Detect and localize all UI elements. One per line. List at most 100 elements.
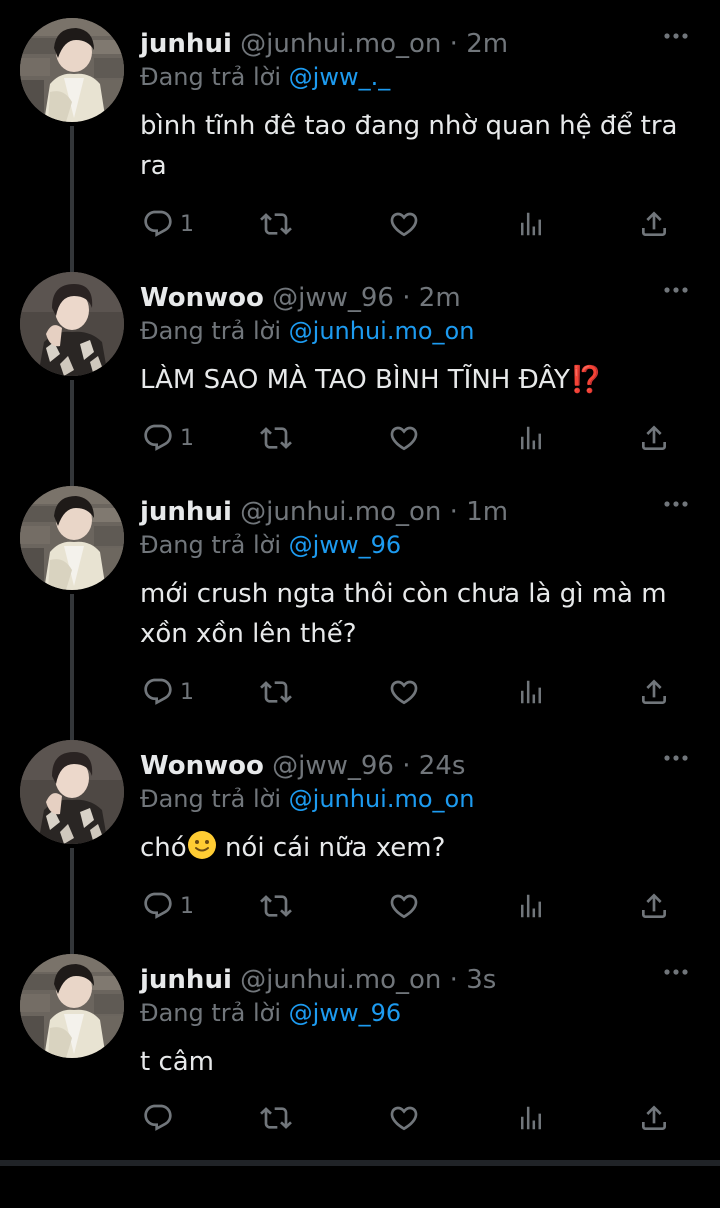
retweet-icon xyxy=(260,422,292,454)
reply-thread: junhui @junhui.mo_on · 2m Đang trả lời @… xyxy=(0,0,720,1166)
tweet-text-part-1: chó xyxy=(140,833,187,863)
heart-icon xyxy=(388,676,420,708)
slight-smile-emoji-icon xyxy=(187,831,216,859)
views-icon xyxy=(516,1103,546,1133)
thread-connector-line xyxy=(70,380,74,486)
heart-icon xyxy=(388,890,420,922)
tweet-text: mới crush ngta thôi còn chưa là gì mà m … xyxy=(140,579,667,649)
reply-button[interactable]: 1 xyxy=(142,204,194,244)
avatar[interactable] xyxy=(20,18,124,122)
display-name[interactable]: junhui xyxy=(140,29,232,59)
more-icon[interactable] xyxy=(662,748,690,768)
reply-button[interactable]: 1 xyxy=(142,886,194,926)
retweet-button[interactable] xyxy=(260,418,292,458)
like-button[interactable] xyxy=(388,418,420,458)
user-handle[interactable]: @junhui.mo_on xyxy=(240,965,441,995)
reply-button[interactable]: 1 xyxy=(142,418,194,458)
timestamp[interactable]: 3s xyxy=(466,965,496,995)
tweet-item[interactable]: junhui @junhui.mo_on · 3s Đang trả lời @… xyxy=(0,954,720,1208)
timestamp[interactable]: 1m xyxy=(466,497,508,527)
retweet-icon xyxy=(260,890,292,922)
share-button[interactable] xyxy=(638,672,670,712)
replying-to-mention[interactable]: @jww_96 xyxy=(289,531,401,559)
reply-icon xyxy=(142,422,174,454)
tweet-text: chó nói cái nữa xem? xyxy=(140,828,690,872)
replying-to-prefix: Đang trả lời xyxy=(140,63,282,91)
share-button[interactable] xyxy=(638,886,670,926)
display-name[interactable]: junhui xyxy=(140,965,232,995)
replying-to-mention[interactable]: @jww_._ xyxy=(289,63,391,91)
like-button[interactable] xyxy=(388,672,420,712)
views-button[interactable] xyxy=(516,418,546,458)
retweet-button[interactable] xyxy=(260,1098,292,1138)
views-button[interactable] xyxy=(516,672,546,712)
avatar[interactable] xyxy=(20,954,124,1058)
views-icon xyxy=(516,209,546,239)
views-button[interactable] xyxy=(516,1098,546,1138)
display-name[interactable]: Wonwoo xyxy=(140,283,264,313)
thread-connector-line xyxy=(70,848,74,954)
retweet-button[interactable] xyxy=(260,204,292,244)
display-name[interactable]: Wonwoo xyxy=(140,751,264,781)
avatar-image xyxy=(20,272,124,376)
replying-to-line: Đang trả lời @jww_96 xyxy=(140,996,401,1030)
replying-to-line: Đang trả lời @jww_96 xyxy=(140,528,401,562)
user-handle[interactable]: @junhui.mo_on xyxy=(240,497,441,527)
retweet-icon xyxy=(260,1102,292,1134)
views-icon xyxy=(516,891,546,921)
replying-to-line: Đang trả lời @junhui.mo_on xyxy=(140,782,474,816)
retweet-button[interactable] xyxy=(260,886,292,926)
more-icon[interactable] xyxy=(662,280,690,300)
reply-icon xyxy=(142,1102,174,1134)
reply-icon xyxy=(142,890,174,922)
tweet-actions xyxy=(140,1098,680,1138)
timestamp[interactable]: 2m xyxy=(466,29,508,59)
avatar-image xyxy=(20,18,124,122)
separator-dot: · xyxy=(402,751,411,781)
separator-dot: · xyxy=(449,497,458,527)
views-button[interactable] xyxy=(516,204,546,244)
replying-to-mention[interactable]: @jww_96 xyxy=(289,999,401,1027)
more-icon[interactable] xyxy=(662,494,690,514)
tweet-actions: 1 xyxy=(140,672,680,712)
tweet-item[interactable]: junhui @junhui.mo_on · 2m Đang trả lời @… xyxy=(0,18,720,272)
share-icon xyxy=(638,208,670,240)
display-name[interactable]: junhui xyxy=(140,497,232,527)
tweet-header: junhui @junhui.mo_on · 3s xyxy=(140,962,496,998)
replying-to-prefix: Đang trả lời xyxy=(140,999,282,1027)
user-handle[interactable]: @jww_96 xyxy=(272,751,394,781)
more-icon[interactable] xyxy=(662,962,690,982)
timestamp[interactable]: 2m xyxy=(419,283,461,313)
more-icon[interactable] xyxy=(662,26,690,46)
avatar[interactable] xyxy=(20,486,124,590)
tweet-item[interactable]: junhui @junhui.mo_on · 1m Đang trả lời @… xyxy=(0,486,720,740)
retweet-icon xyxy=(260,208,292,240)
share-icon xyxy=(638,676,670,708)
like-button[interactable] xyxy=(388,886,420,926)
share-button[interactable] xyxy=(638,204,670,244)
reply-count: 1 xyxy=(180,679,194,705)
like-button[interactable] xyxy=(388,1098,420,1138)
replying-to-mention[interactable]: @junhui.mo_on xyxy=(289,785,475,813)
timestamp[interactable]: 24s xyxy=(419,751,466,781)
retweet-button[interactable] xyxy=(260,672,292,712)
replying-to-mention[interactable]: @junhui.mo_on xyxy=(289,317,475,345)
tweet-text: t câm xyxy=(140,1047,215,1077)
user-handle[interactable]: @junhui.mo_on xyxy=(240,29,441,59)
views-button[interactable] xyxy=(516,886,546,926)
separator-dot: · xyxy=(449,29,458,59)
avatar[interactable] xyxy=(20,272,124,376)
share-button[interactable] xyxy=(638,1098,670,1138)
share-button[interactable] xyxy=(638,418,670,458)
thread-connector-line xyxy=(70,126,74,272)
replying-to-line: Đang trả lời @jww_._ xyxy=(140,60,390,94)
avatar[interactable] xyxy=(20,740,124,844)
reply-button[interactable]: 1 xyxy=(142,672,194,712)
retweet-icon xyxy=(260,676,292,708)
tweet-actions: 1 xyxy=(140,886,680,926)
thread-connector-line xyxy=(70,594,74,740)
reply-button[interactable] xyxy=(142,1098,180,1138)
replying-to-line: Đang trả lời @junhui.mo_on xyxy=(140,314,474,348)
user-handle[interactable]: @jww_96 xyxy=(272,283,394,313)
like-button[interactable] xyxy=(388,204,420,244)
